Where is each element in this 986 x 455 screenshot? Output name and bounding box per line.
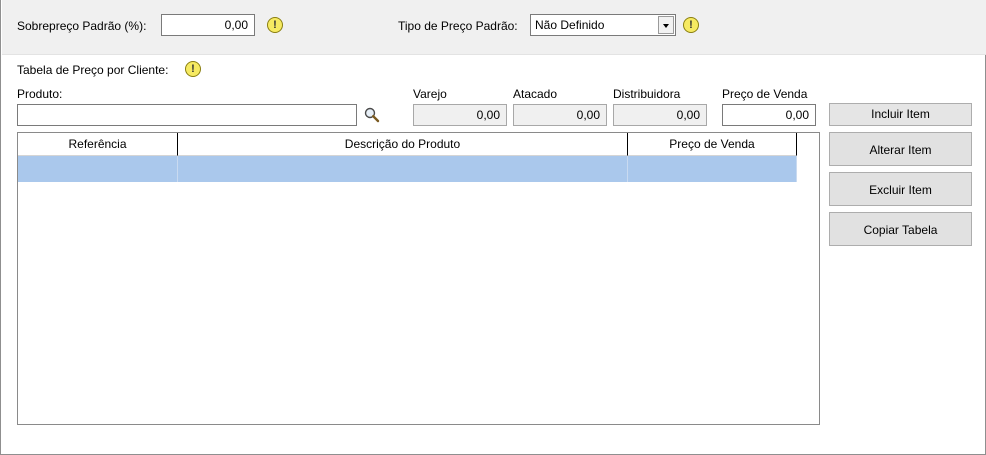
cell-preco [628,156,797,182]
atacado-input: 0,00 [513,104,607,126]
produto-label: Produto: [17,87,63,101]
cell-descricao [178,156,628,182]
tabela-section-label: Tabela de Preço por Cliente: [17,63,169,77]
search-icon[interactable] [363,106,381,124]
incluir-item-button[interactable]: Incluir Item [829,103,972,126]
chevron-down-icon[interactable] [658,16,674,34]
table-row[interactable] [18,156,797,182]
warning-icon: ! [683,17,699,33]
preco-venda-label: Preço de Venda [722,87,808,101]
distribuidora-input: 0,00 [613,104,707,126]
warning-icon: ! [185,61,201,77]
distribuidora-label: Distribuidora [613,87,681,101]
cell-referencia [18,156,178,182]
column-header-referencia[interactable]: Referência [18,133,178,156]
preco-venda-input[interactable]: 0,00 [722,104,816,126]
warning-icon: ! [267,17,283,33]
tipo-preco-label: Tipo de Preço Padrão: [398,19,518,33]
divider [2,54,986,55]
items-grid[interactable]: Referência Descrição do Produto Preço de… [17,132,820,425]
window: Sobrepreço Padrão (%): 0,00 ! Tipo de Pr… [0,0,986,455]
copiar-tabela-button[interactable]: Copiar Tabela [829,212,972,246]
column-header-preco[interactable]: Preço de Venda [628,133,797,156]
alterar-item-button[interactable]: Alterar Item [829,132,972,166]
sobrepreco-input[interactable]: 0,00 [161,14,255,36]
column-header-descricao[interactable]: Descrição do Produto [178,133,628,156]
varejo-input: 0,00 [413,104,507,126]
produto-input[interactable] [17,104,357,126]
excluir-item-button[interactable]: Excluir Item [829,172,972,206]
atacado-label: Atacado [513,87,558,101]
tipo-preco-value: Não Definido [535,18,605,32]
varejo-label: Varejo [413,87,447,101]
sobrepreco-label: Sobrepreço Padrão (%): [17,19,147,33]
tipo-preco-select[interactable]: Não Definido [530,14,676,36]
